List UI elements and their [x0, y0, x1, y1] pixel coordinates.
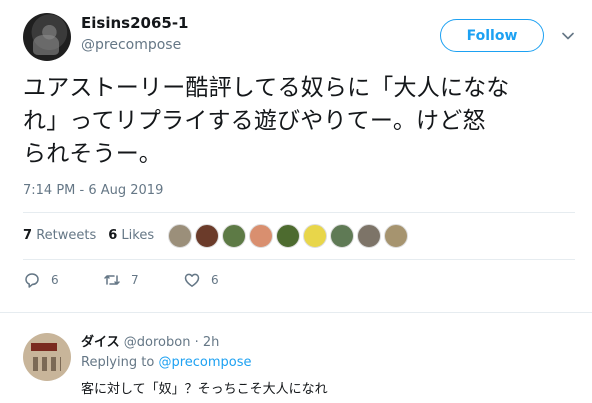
reply-icon [25, 273, 39, 288]
tweet-text: ユアストーリー酷評してる奴らに「大人になな れ」ってリプライする遊びやりてー。け… [23, 72, 583, 171]
tweet-timestamp[interactable]: 7:14 PM - 6 Aug 2019 [23, 183, 163, 198]
meta-separator: · [194, 335, 199, 350]
avatar-sign-graphic [31, 343, 57, 351]
replying-prefix: Replying to [81, 355, 155, 370]
engagement-stats: 7 Retweets 6 Likes [23, 228, 154, 243]
liker-avatar[interactable] [357, 224, 381, 248]
reply-action[interactable]: 6 [23, 271, 103, 289]
reply-handle[interactable]: @dorobon [124, 335, 191, 350]
tweet-text-line: ユアストーリー酷評してる奴らに「大人になな [23, 75, 510, 101]
liker-avatar[interactable] [276, 224, 300, 248]
liker-avatar[interactable] [249, 224, 273, 248]
reply-time[interactable]: 2h [203, 335, 220, 350]
like-count: 6 [211, 273, 219, 287]
divider [23, 259, 575, 260]
divider [23, 212, 575, 213]
retweets-label: Retweets [36, 228, 97, 243]
like-action[interactable]: 6 [183, 271, 263, 289]
avatar-figures-graphic [33, 357, 61, 371]
author-handle[interactable]: @precompose [81, 37, 181, 53]
reply-text: 客に対して「奴」？そっちこそ大人になれ [81, 382, 328, 397]
retweet-icon [104, 275, 120, 285]
tweet-actions: 6 7 6 [23, 271, 263, 289]
reply-meta: ダイス @dorobon · 2h [81, 331, 219, 350]
follow-button[interactable]: Follow [440, 19, 544, 52]
likes-label: Likes [121, 228, 155, 243]
likes-count: 6 [108, 228, 118, 243]
tweet-text-line: られそうー。 [23, 141, 162, 167]
retweets-stat[interactable]: 7 Retweets [23, 228, 96, 243]
author-display-name[interactable]: Eisins2065-1 [81, 14, 188, 32]
retweet-action[interactable]: 7 [103, 271, 183, 289]
author-avatar[interactable] [23, 13, 71, 61]
liker-avatar[interactable] [384, 224, 408, 248]
divider [0, 312, 592, 313]
liker-avatar[interactable] [330, 224, 354, 248]
retweets-count: 7 [23, 228, 33, 243]
heart-icon [184, 273, 200, 287]
likes-stat[interactable]: 6 Likes [108, 228, 154, 243]
reply-avatar[interactable] [23, 333, 71, 381]
liker-avatar[interactable] [303, 224, 327, 248]
liker-avatar[interactable] [222, 224, 246, 248]
replying-to: Replying to @precompose [81, 355, 252, 370]
liker-avatars [168, 224, 408, 248]
chevron-down-icon[interactable] [562, 30, 574, 42]
liker-avatar[interactable] [168, 224, 192, 248]
replying-to-mention[interactable]: @precompose [158, 355, 251, 370]
liker-avatar[interactable] [195, 224, 219, 248]
retweet-count: 7 [131, 273, 139, 287]
reply-display-name[interactable]: ダイス [81, 335, 120, 350]
tweet-text-line: れ」ってリプライする遊びやりてー。けど怒 [23, 108, 486, 134]
reply-count: 6 [51, 273, 59, 287]
